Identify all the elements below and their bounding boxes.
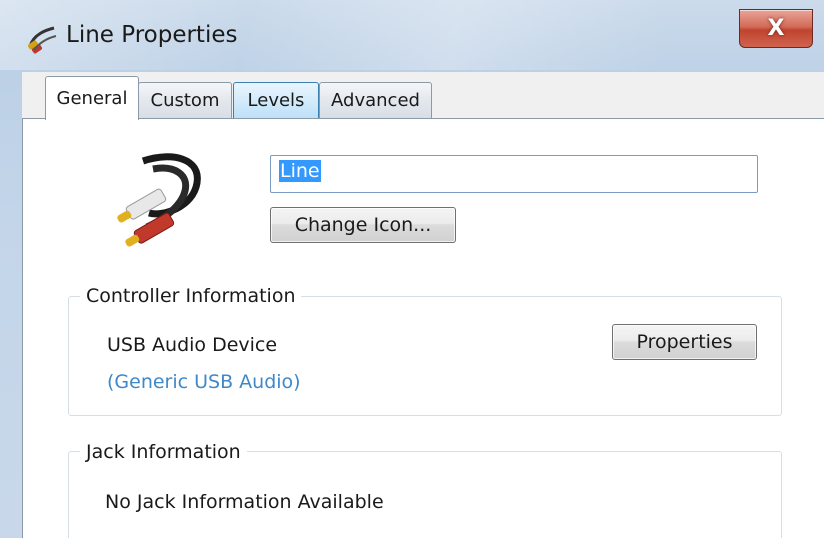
window-title: Line Properties (66, 22, 238, 48)
tab-label: Advanced (331, 90, 420, 111)
jack-info-message: No Jack Information Available (105, 491, 384, 513)
controller-device-name: USB Audio Device (107, 334, 278, 356)
close-icon: X (767, 16, 785, 41)
tab-general[interactable]: General (45, 76, 139, 120)
title-bar[interactable]: Line Properties X (0, 0, 824, 70)
driver-link[interactable]: (Generic USB Audio) (107, 371, 301, 393)
properties-button[interactable]: Properties (612, 324, 757, 360)
rca-cable-icon (113, 147, 203, 247)
tab-label: General (56, 88, 128, 109)
properties-window: Line Properties X General Custom Levels … (0, 0, 824, 538)
controller-information-label: Controller Information (80, 285, 302, 307)
speaker-app-icon (26, 24, 58, 54)
button-label: Properties (636, 331, 733, 353)
tab-custom[interactable]: Custom (138, 82, 232, 118)
tab-label: Levels (247, 90, 305, 111)
general-tab-panel: Line Change Icon... Controller Informati… (22, 118, 824, 538)
tab-advanced[interactable]: Advanced (319, 82, 432, 118)
dialog-client-area: General Custom Levels Advanced Line Chan… (22, 72, 824, 538)
tab-levels[interactable]: Levels (233, 82, 319, 118)
close-button[interactable]: X (739, 9, 813, 48)
jack-information-label: Jack Information (80, 441, 247, 463)
button-label: Change Icon... (294, 214, 432, 236)
tab-strip: General Custom Levels Advanced (22, 72, 824, 120)
change-icon-button[interactable]: Change Icon... (270, 207, 456, 243)
device-name-input[interactable]: Line (270, 155, 758, 193)
device-name-text: Line (279, 160, 321, 182)
tab-label: Custom (150, 90, 220, 111)
